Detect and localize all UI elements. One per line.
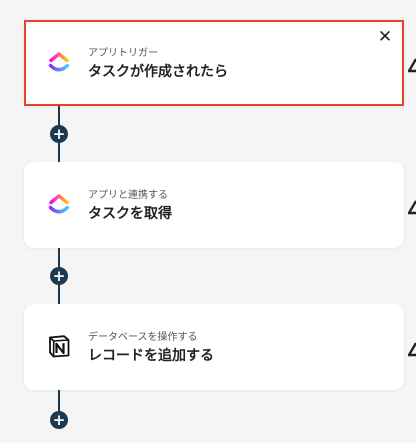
close-icon: ✕ bbox=[377, 27, 393, 47]
step-card-trigger[interactable]: アプリトリガー タスクが作成されたら ✕ bbox=[24, 20, 404, 106]
clickup-icon bbox=[48, 52, 70, 72]
add-step-button[interactable]: + bbox=[50, 125, 68, 143]
close-button[interactable]: ✕ bbox=[376, 28, 394, 46]
step-card-get-task[interactable]: アプリと連携する タスクを取得 bbox=[24, 162, 404, 248]
clickup-icon bbox=[48, 194, 70, 214]
step-kind-label: アプリトリガー bbox=[88, 48, 158, 59]
plus-icon: + bbox=[52, 267, 66, 285]
step-title: レコードを追加する bbox=[88, 348, 214, 364]
step-card-add-record[interactable]: データベースを操作する レコードを追加する bbox=[24, 304, 404, 390]
step-indicator-icon bbox=[408, 200, 416, 215]
plus-icon: + bbox=[52, 411, 66, 429]
step-kind-label: アプリと連携する bbox=[88, 190, 168, 201]
step-kind-label: データベースを操作する bbox=[88, 332, 198, 343]
step-indicator-icon bbox=[408, 342, 416, 357]
step-title: タスクを取得 bbox=[88, 206, 172, 222]
step-title: タスクが作成されたら bbox=[88, 64, 228, 80]
step-indicator-icon bbox=[408, 58, 416, 73]
plus-icon: + bbox=[52, 125, 66, 143]
notion-icon bbox=[49, 335, 70, 358]
add-step-button[interactable]: + bbox=[50, 411, 68, 429]
add-step-button[interactable]: + bbox=[50, 267, 68, 285]
